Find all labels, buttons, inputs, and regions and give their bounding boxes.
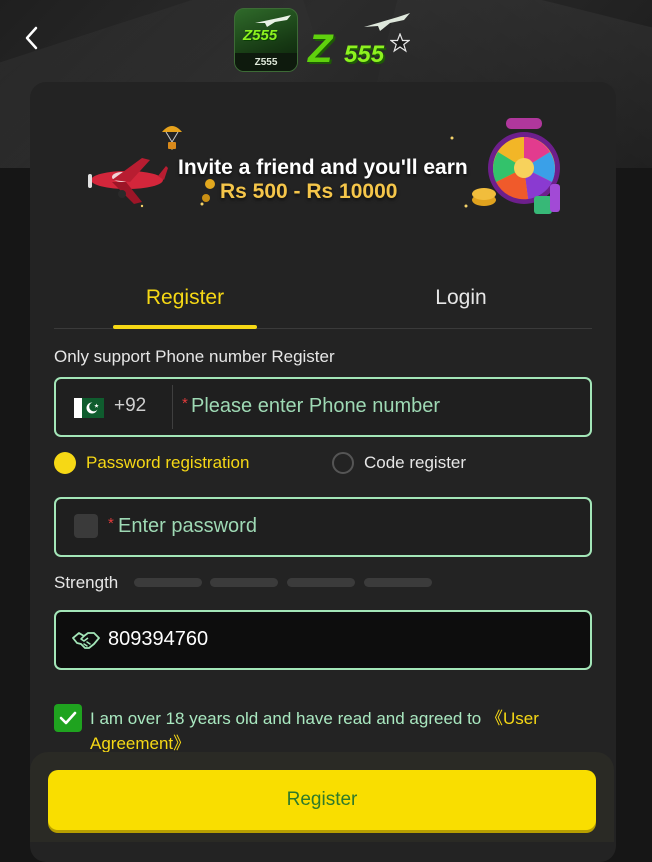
invite-code-field <box>54 610 592 670</box>
required-mark: * <box>108 515 114 532</box>
app-icon: Z555 Z555 <box>234 8 298 72</box>
app-icon-text: Z555 <box>243 27 278 44</box>
country-code-selector[interactable]: +92 <box>114 395 146 417</box>
required-mark: * <box>182 395 188 412</box>
star-icon <box>390 33 410 53</box>
agreement-statement: I am over 18 years old and have read and… <box>90 709 486 728</box>
wordmark: Z 555 <box>304 9 414 71</box>
strength-segment-4 <box>364 578 432 587</box>
back-button[interactable] <box>16 22 48 54</box>
strength-segment-3 <box>287 578 355 587</box>
checkmark-icon <box>59 711 77 725</box>
wordmark-number: 555 <box>344 41 385 68</box>
radio-selected-icon <box>54 452 76 474</box>
handshake-icon <box>72 632 100 649</box>
strength-label: Strength <box>54 573 119 592</box>
agreement-checkbox[interactable] <box>54 704 82 732</box>
agreement-text: I am over 18 years old and have read and… <box>90 706 594 756</box>
auth-tabs: Register Login <box>54 268 592 329</box>
jet-icon <box>364 13 410 31</box>
strength-segment-1 <box>134 578 202 587</box>
prize-wheel-illustration <box>488 118 560 204</box>
pakistan-flag-icon[interactable] <box>74 398 104 418</box>
lock-icon <box>74 514 98 538</box>
tab-login[interactable]: Login <box>389 268 533 328</box>
password-strength-meter: Strength <box>54 572 588 596</box>
brand-logo: Z555 Z555 Z 555 <box>234 8 414 72</box>
register-card: Invite a friend and you'll earn Rs 500 -… <box>30 82 616 862</box>
radio-label: Password registration <box>86 453 250 472</box>
phone-input[interactable] <box>191 391 571 421</box>
field-divider <box>172 385 173 429</box>
phone-field: +92 * <box>54 377 592 437</box>
active-tab-indicator <box>113 325 257 329</box>
tab-register[interactable]: Register <box>113 268 257 328</box>
wordmark-z: Z <box>308 27 333 71</box>
banner-headline: Invite a friend and you'll earn <box>178 156 468 179</box>
plane-illustration <box>88 158 168 204</box>
banner-reward-range: Rs 500 - Rs 10000 <box>220 180 398 203</box>
radio-unselected-icon <box>332 452 354 474</box>
phone-register-hint: Only support Phone number Register <box>54 347 335 366</box>
chevron-left-icon <box>25 26 38 50</box>
radio-label: Code register <box>364 453 467 472</box>
password-input[interactable] <box>118 511 558 541</box>
registration-mode-group: Password registration Code register <box>54 452 588 482</box>
invite-code-input[interactable] <box>108 624 548 654</box>
radio-password-registration[interactable]: Password registration <box>54 452 249 474</box>
strength-segment-2 <box>210 578 278 587</box>
radio-code-register[interactable]: Code register <box>332 452 466 474</box>
password-field: * <box>54 497 592 557</box>
invite-banner[interactable]: Invite a friend and you'll earn Rs 500 -… <box>82 118 562 218</box>
app-icon-caption: Z555 <box>235 53 297 71</box>
register-button[interactable]: Register <box>48 770 596 830</box>
agreement-row: I am over 18 years old and have read and… <box>54 704 594 756</box>
